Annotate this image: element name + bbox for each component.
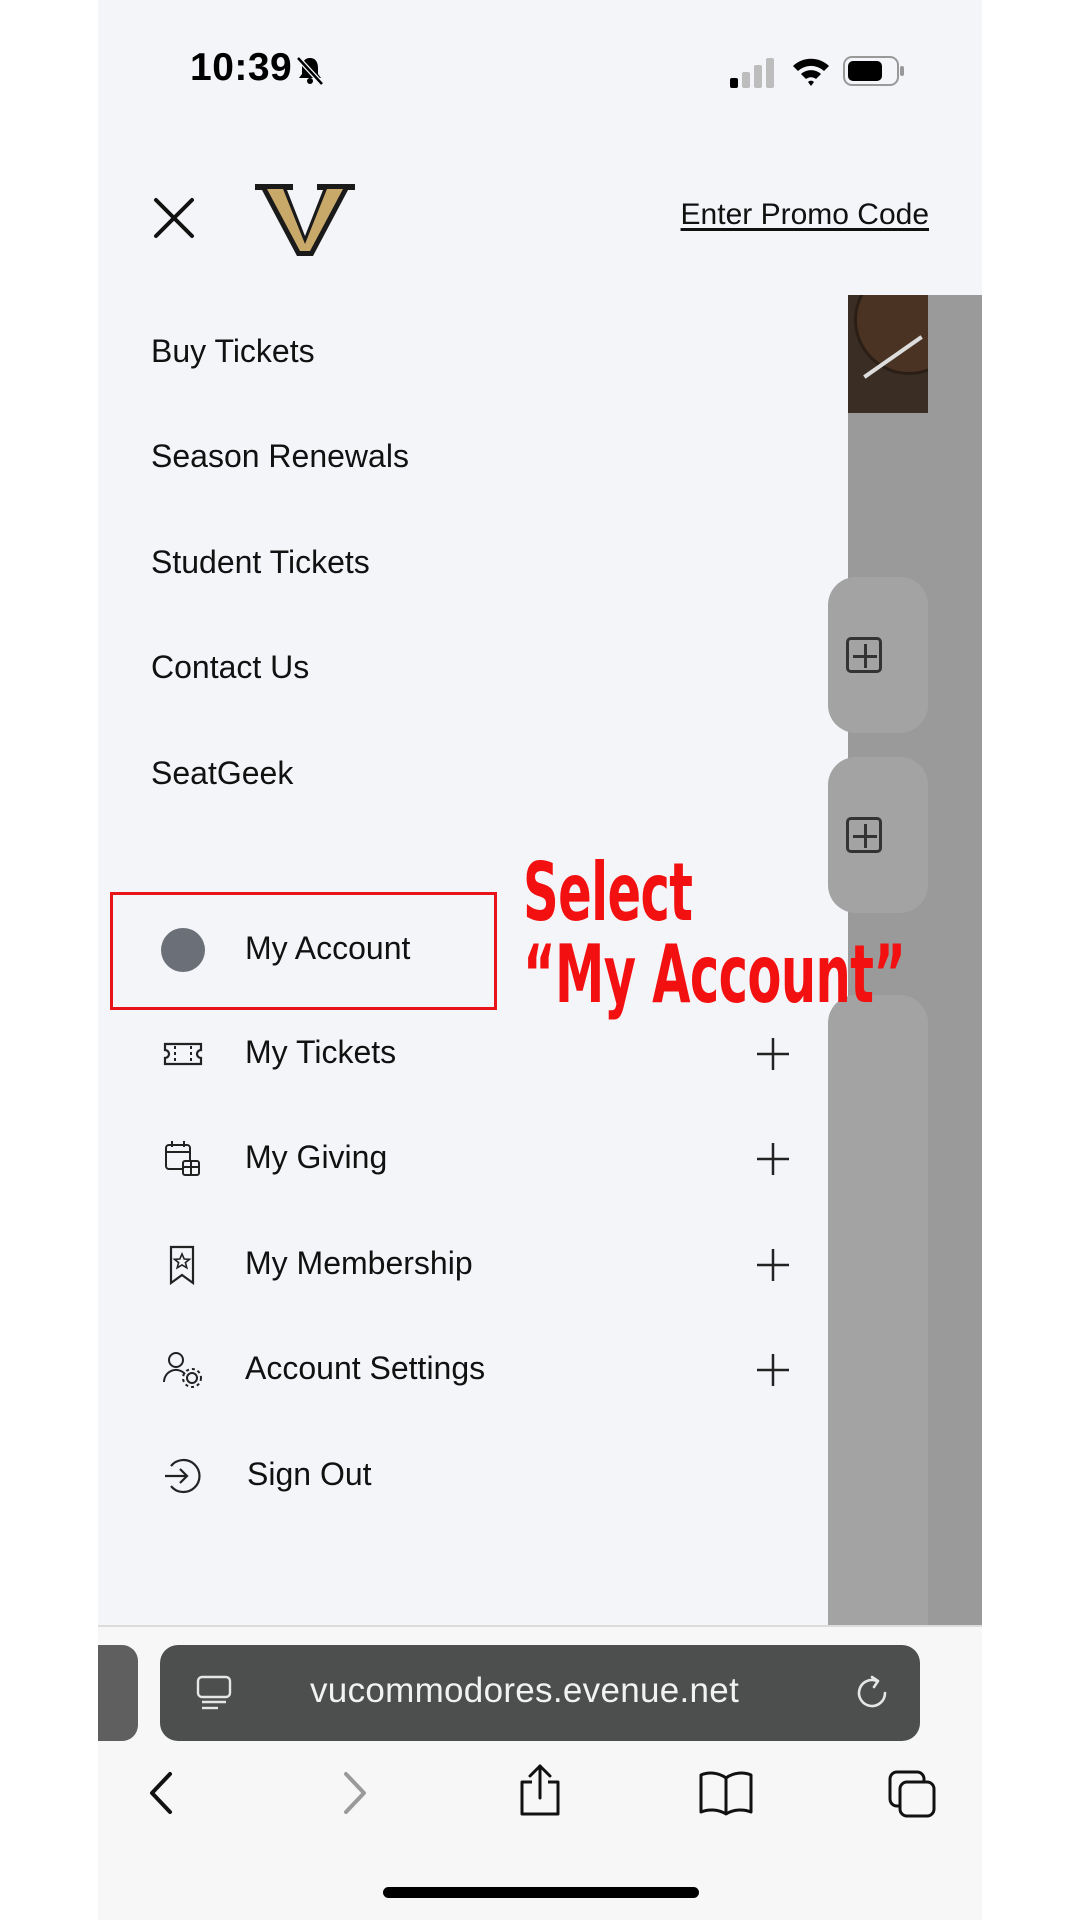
plus-icon[interactable] — [755, 1141, 791, 1177]
event-card — [828, 995, 928, 1695]
ticket-icon — [163, 1042, 203, 1066]
menu-link-student-tickets[interactable]: Student Tickets — [151, 544, 370, 581]
bookmarks-icon[interactable] — [698, 1770, 754, 1816]
tabs-icon[interactable] — [888, 1770, 938, 1820]
menu-item-label: My Tickets — [245, 1034, 397, 1070]
menu-item-my-tickets[interactable]: My Tickets — [161, 1024, 801, 1084]
plus-square-icon — [846, 637, 882, 673]
url-text: vucommodores.evenue.net — [310, 1671, 740, 1710]
promo-code-link[interactable]: Enter Promo Code — [681, 198, 929, 232]
back-icon[interactable] — [146, 1770, 176, 1816]
plus-square-icon — [846, 817, 882, 853]
plus-icon[interactable] — [755, 1036, 791, 1072]
home-indicator[interactable] — [383, 1887, 699, 1898]
cellular-signal-icon — [730, 58, 774, 88]
battery-icon — [843, 56, 904, 86]
status-time: 10:39 — [190, 46, 293, 89]
page-menu-icon[interactable] — [196, 1675, 232, 1711]
event-image — [848, 295, 928, 413]
sign-out-icon — [165, 1458, 201, 1494]
vanderbilt-logo[interactable] — [253, 180, 357, 260]
callout-line-2: “My Account” — [523, 928, 906, 1021]
menu-item-my-membership[interactable]: My Membership — [161, 1235, 801, 1295]
menu-link-season-renewals[interactable]: Season Renewals — [151, 438, 409, 475]
share-icon[interactable] — [518, 1764, 562, 1816]
callout-line-1: Select — [523, 846, 693, 939]
close-icon[interactable] — [152, 196, 196, 240]
menu-item-label: Sign Out — [247, 1456, 372, 1492]
previous-tab[interactable] — [98, 1645, 138, 1741]
user-gear-icon — [162, 1352, 202, 1388]
bookmark-star-icon — [169, 1245, 195, 1286]
calendar-gift-icon — [165, 1141, 200, 1176]
menu-item-label: My Giving — [245, 1139, 388, 1175]
menu-item-sign-out[interactable]: Sign Out — [161, 1446, 801, 1506]
plus-icon[interactable] — [755, 1352, 791, 1388]
plus-icon[interactable] — [755, 1247, 791, 1283]
reload-icon[interactable] — [852, 1673, 892, 1713]
menu-item-label: My Membership — [245, 1245, 473, 1281]
menu-link-contact-us[interactable]: Contact Us — [151, 649, 309, 686]
menu-item-label: Account Settings — [245, 1350, 486, 1386]
menu-item-my-giving[interactable]: My Giving — [161, 1129, 801, 1189]
menu-item-account-settings[interactable]: Account Settings — [161, 1340, 801, 1400]
bell-muted-icon — [296, 56, 324, 86]
menu-link-seatgeek[interactable]: SeatGeek — [151, 755, 293, 792]
app-screen: 10:39 Enter Promo Code Buy Tickets Seaso… — [98, 0, 982, 1920]
forward-icon[interactable] — [340, 1770, 370, 1816]
highlight-box — [110, 892, 497, 1010]
address-bar[interactable]: vucommodores.evenue.net — [160, 1645, 920, 1741]
menu-link-buy-tickets[interactable]: Buy Tickets — [151, 333, 315, 370]
wifi-icon — [793, 58, 829, 86]
